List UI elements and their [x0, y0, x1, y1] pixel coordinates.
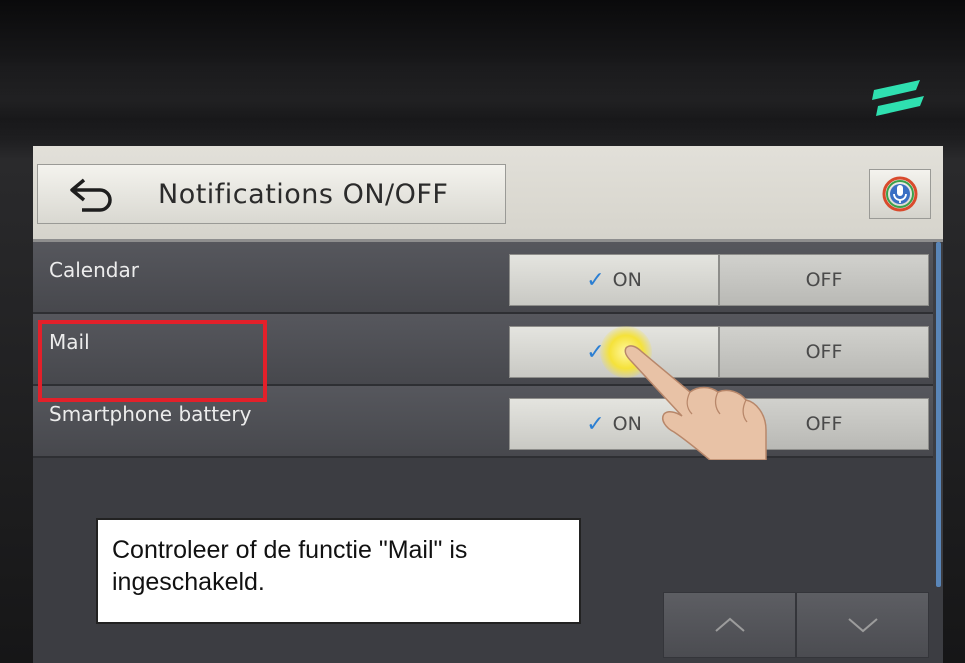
voice-button[interactable] [869, 169, 931, 219]
off-label: OFF [805, 341, 843, 363]
page-up-button[interactable] [663, 592, 796, 658]
check-icon: ✓ [586, 267, 605, 293]
instruction-caption: Controleer of de functie "Mail" is inges… [96, 518, 581, 624]
page-title: Notifications ON/OFF [146, 164, 506, 224]
off-label: OFF [805, 413, 843, 435]
page-navigation [663, 592, 929, 658]
on-label: ON [612, 269, 642, 291]
scrollbar[interactable] [936, 242, 941, 587]
setting-row-calendar: Calendar ✓ ON OFF [33, 242, 933, 314]
check-icon: ✓ [586, 411, 605, 437]
off-label: OFF [805, 269, 843, 291]
title-bar: Notifications ON/OFF [33, 146, 943, 242]
page-down-button[interactable] [796, 592, 929, 658]
pointing-hand-icon [624, 345, 767, 460]
chevron-down-icon [847, 618, 878, 633]
calendar-off-button[interactable]: OFF [719, 254, 929, 306]
brand-logo-icon [872, 80, 924, 116]
chevron-up-icon [714, 617, 745, 632]
mail-highlight-box [38, 320, 267, 402]
setting-label: Smartphone battery [49, 402, 252, 426]
back-arrow-icon [70, 178, 112, 212]
calendar-on-button[interactable]: ✓ ON [509, 254, 719, 306]
bezel-glare [0, 60, 965, 140]
setting-label: Calendar [49, 258, 139, 282]
calendar-toggle: ✓ ON OFF [509, 254, 929, 306]
microphone-icon [882, 176, 918, 212]
back-button[interactable] [37, 164, 147, 224]
